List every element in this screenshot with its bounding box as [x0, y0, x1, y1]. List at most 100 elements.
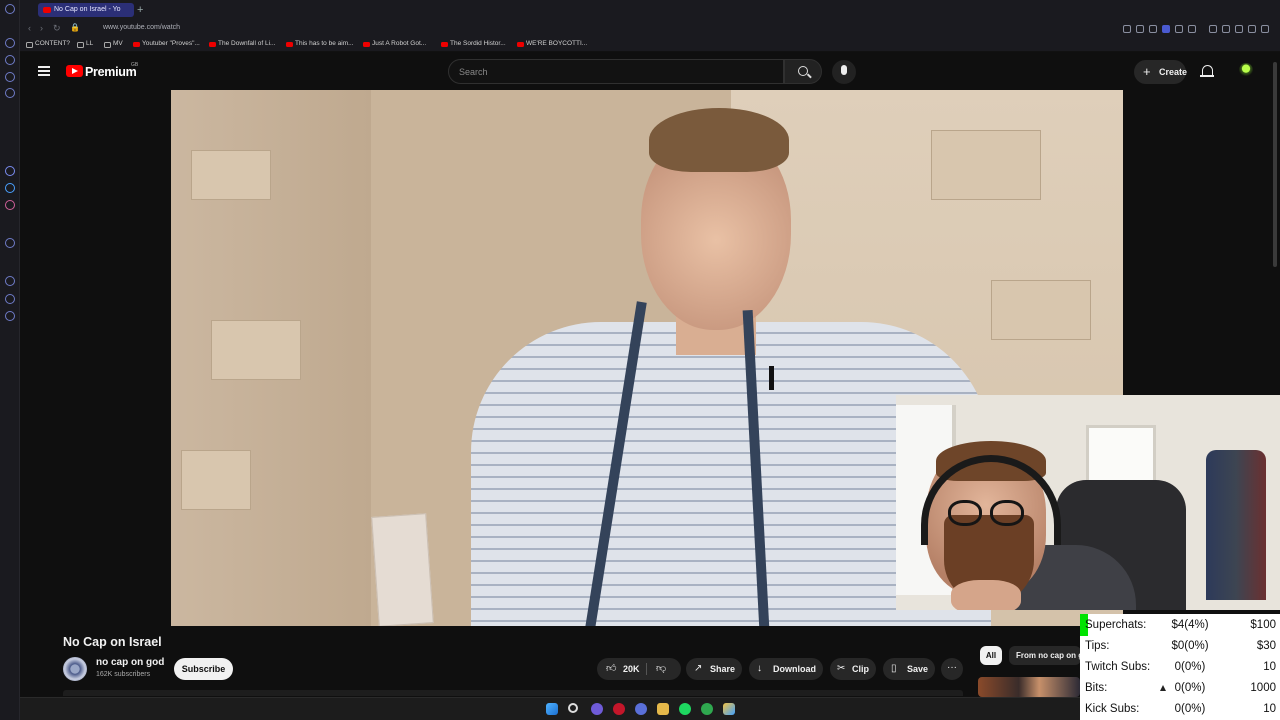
- bookmark-item[interactable]: This has to be aim...: [286, 40, 354, 47]
- bookmarks-bar: CONTENT? LL MV Youtuber "Proves"... The …: [20, 38, 1280, 52]
- browser-menu-icon[interactable]: [5, 4, 15, 14]
- bookmark-item[interactable]: MV: [104, 40, 123, 48]
- heart-icon[interactable]: [1188, 25, 1196, 33]
- stat-goal: 10: [1263, 661, 1276, 673]
- scissors-icon: ✂: [837, 663, 846, 674]
- windows-start-icon[interactable]: [546, 703, 558, 715]
- youtube-favicon-icon: [43, 7, 51, 13]
- webcam-overlay: [896, 395, 1280, 610]
- notifications-bell-icon[interactable]: [1200, 65, 1214, 77]
- bookmark-item[interactable]: Youtuber "Proves"...: [133, 40, 200, 47]
- stat-label: Bits:: [1085, 682, 1108, 694]
- app-icon[interactable]: [723, 703, 735, 715]
- subscribe-button[interactable]: Subscribe: [174, 658, 233, 680]
- spotify-icon[interactable]: [679, 703, 691, 715]
- recommended-video-thumbnail[interactable]: [978, 677, 1080, 697]
- browser-icon[interactable]: [635, 703, 647, 715]
- sidebar-app-icon[interactable]: [5, 238, 15, 248]
- search-input[interactable]: Search: [459, 67, 488, 77]
- stat-value: 0(0%): [1174, 682, 1206, 694]
- opera-icon[interactable]: [613, 703, 625, 715]
- like-dislike-group: 👍︎ 20K 👎︎: [597, 658, 681, 680]
- address-bar: ‹ › ↻ 🔒 www.youtube.com/watch: [20, 20, 1280, 38]
- youtube-header: Premium GB Search + Create: [20, 52, 1280, 90]
- hamburger-menu-icon[interactable]: [38, 66, 50, 76]
- microphone-icon: [841, 65, 847, 75]
- extension-icon[interactable]: [1222, 25, 1230, 33]
- extension-icon[interactable]: [1235, 25, 1243, 33]
- file-explorer-icon[interactable]: [657, 703, 669, 715]
- description-box[interactable]: [63, 690, 963, 696]
- bookmark-folder[interactable]: CONTENT?: [26, 40, 70, 48]
- search-icon[interactable]: [568, 703, 578, 713]
- sidebar-app-icon[interactable]: [5, 38, 15, 48]
- channel-avatar[interactable]: [63, 657, 87, 681]
- extension-icon[interactable]: [1149, 25, 1157, 33]
- stat-row-tips: Tips: $0(0%) $30: [1080, 636, 1280, 657]
- page-scrollbar[interactable]: [1273, 62, 1277, 267]
- stat-row-superchats: Superchats: $4(4%) $100: [1080, 615, 1280, 636]
- download-button[interactable]: ↓ Download: [749, 658, 823, 680]
- url-field[interactable]: www.youtube.com/watch: [103, 24, 180, 31]
- extension-icon[interactable]: [1261, 25, 1269, 33]
- share-button[interactable]: ↗ Share: [686, 658, 742, 680]
- bookmark-item[interactable]: The Downfall of Li...: [209, 40, 275, 47]
- extension-icon[interactable]: [1136, 25, 1144, 33]
- extension-icon[interactable]: [1209, 25, 1217, 33]
- bookmark-item[interactable]: WE'RE BOYCOTTI...: [517, 40, 587, 47]
- clock-icon[interactable]: [5, 294, 15, 304]
- sidebar-app-icon[interactable]: [5, 72, 15, 82]
- logo-text[interactable]: Premium: [85, 65, 137, 79]
- windows-taskbar: [20, 697, 1080, 720]
- create-button[interactable]: + Create: [1134, 60, 1188, 84]
- save-button[interactable]: ▯ Save: [883, 658, 935, 680]
- voice-search-button[interactable]: [832, 60, 856, 84]
- settings-icon[interactable]: [5, 311, 15, 321]
- stat-label: Twitch Subs:: [1085, 661, 1151, 673]
- stat-goal: 1000: [1250, 682, 1276, 694]
- bookmark-item[interactable]: Just A Robot Got...: [363, 40, 426, 47]
- history-icon[interactable]: [5, 276, 15, 286]
- sidebar-app-icon[interactable]: [5, 88, 15, 98]
- video-frame-person: [649, 108, 789, 172]
- sidebar-app-icon[interactable]: [5, 55, 15, 65]
- video-title: No Cap on Israel: [63, 635, 162, 649]
- download-icon[interactable]: [1248, 25, 1256, 33]
- chip-from-channel[interactable]: From no cap on god: [1009, 646, 1081, 665]
- clip-label: Clip: [852, 664, 869, 674]
- video-frame-stone: [991, 280, 1091, 340]
- play-icon[interactable]: [1175, 25, 1183, 33]
- share-icon: ↗: [694, 663, 703, 674]
- forward-icon[interactable]: ›: [40, 23, 43, 33]
- more-actions-button[interactable]: ···: [941, 658, 963, 680]
- search-button[interactable]: [784, 59, 822, 84]
- tab-bar: No Cap on Israel - Yo +: [20, 0, 1280, 20]
- create-label: Create: [1159, 67, 1188, 77]
- thumbs-down-icon[interactable]: 👎︎: [656, 663, 666, 675]
- tab-title: No Cap on Israel - Yo: [54, 6, 121, 13]
- channel-name[interactable]: no cap on god: [96, 657, 164, 668]
- search-box[interactable]: Search: [448, 59, 784, 84]
- glasses: [990, 500, 1024, 526]
- like-count[interactable]: 20K: [623, 658, 640, 680]
- chip-all[interactable]: All: [980, 646, 1002, 665]
- bookmark-item[interactable]: LL: [77, 40, 93, 48]
- youtube-logo-icon[interactable]: [66, 65, 83, 77]
- messenger-icon[interactable]: [5, 183, 15, 193]
- shield-icon[interactable]: [1162, 25, 1170, 33]
- browser-tab-active[interactable]: No Cap on Israel - Yo: [38, 3, 134, 17]
- zoom-icon[interactable]: [1123, 25, 1131, 33]
- back-icon[interactable]: ‹: [28, 23, 31, 33]
- xbox-icon[interactable]: [701, 703, 713, 715]
- app-icon[interactable]: [591, 703, 603, 715]
- thumbs-up-icon[interactable]: 👍︎: [606, 663, 616, 675]
- bookmark-item[interactable]: The Sordid Histor...: [441, 40, 506, 47]
- clip-button[interactable]: ✂ Clip: [830, 658, 876, 680]
- instagram-icon[interactable]: [5, 200, 15, 210]
- messenger-icon[interactable]: [5, 166, 15, 176]
- reload-icon[interactable]: ↻: [53, 23, 61, 34]
- new-tab-button[interactable]: +: [137, 3, 143, 17]
- webcam-streamer: [951, 580, 1021, 610]
- video-frame-sign: [371, 513, 434, 626]
- account-avatar[interactable]: [1239, 63, 1253, 77]
